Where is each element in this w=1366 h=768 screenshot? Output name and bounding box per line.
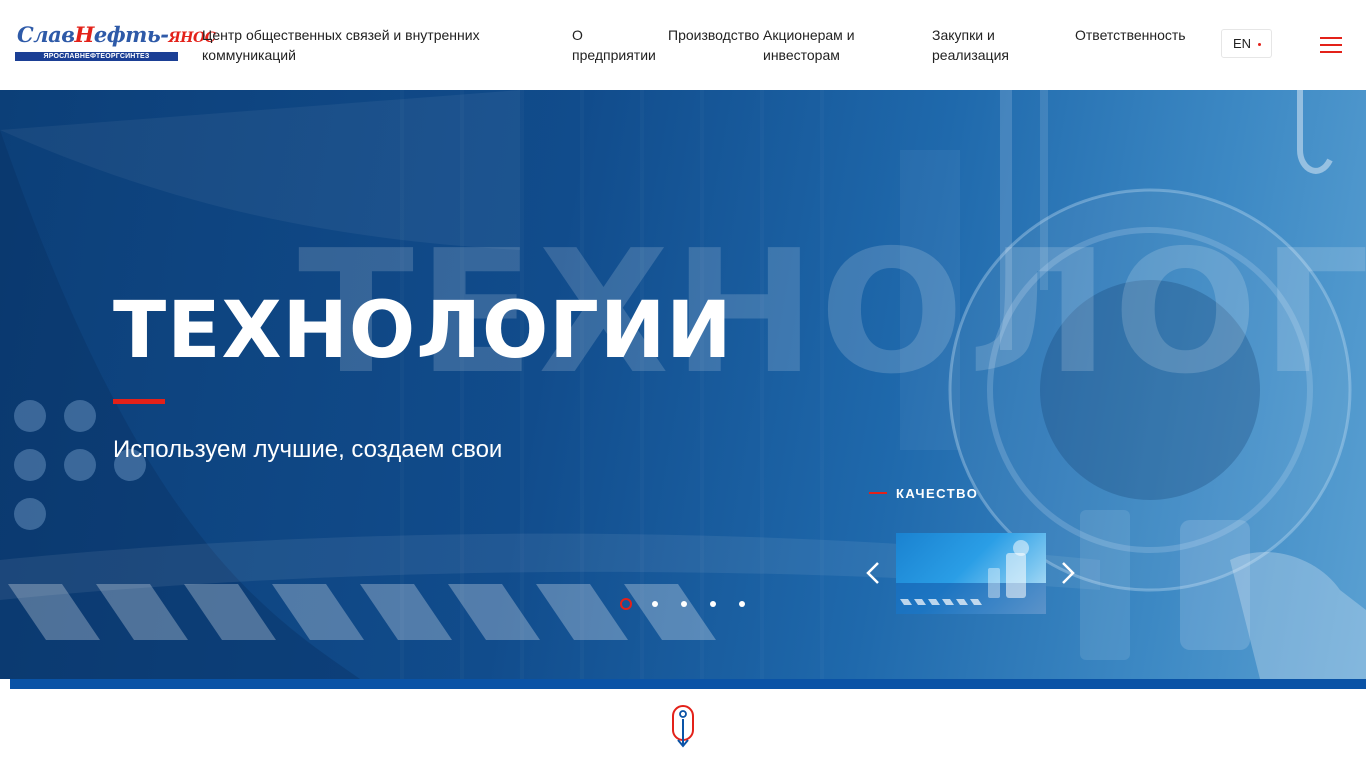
next-slide-label[interactable]: КАЧЕСТВО [869,485,978,501]
slide-dot-5[interactable] [739,601,745,607]
logo-wordmark: СлавНефть-ЯНОС [15,22,216,51]
logo-text-part: Н [74,22,94,47]
logo-text-part: Слав [17,22,75,47]
logo-text-part: ефть- [93,22,169,47]
next-slide-title: КАЧЕСТВО [896,485,979,501]
site-header: СлавНефть-ЯНОС ЯРОСЛАВНЕФТЕОРГСИНТЕЗ Цен… [0,0,1366,90]
next-slide-thumbnail[interactable] [896,533,1046,614]
logo-subtitle: ЯРОСЛАВНЕФТЕОРГСИНТЕЗ [15,52,178,61]
center-title[interactable]: Центр общественных связей и внутренних к… [202,25,502,65]
nav-item-production[interactable]: Производство [668,25,766,45]
nav-item-procurement[interactable]: Закупки и реализация [932,25,1042,65]
logo-text: СлавНефть-ЯНОС [17,20,216,53]
nav-item-responsibility[interactable]: Ответственность [1075,25,1205,45]
language-indicator-icon [1258,43,1261,46]
next-slide-dash [869,492,887,494]
language-label: EN [1233,36,1252,51]
decorative-dots [14,398,154,538]
slide-dot-2[interactable] [652,601,658,607]
nav-item-shareholders[interactable]: Акционерам и инвесторам [763,25,873,65]
hero-subtitle: Используем лучшие, создаем свои [113,436,503,463]
chevron-left-icon[interactable] [865,560,881,586]
company-logo[interactable]: СлавНефть-ЯНОС ЯРОСЛАВНЕФТЕОРГСИНТЕЗ [15,22,216,61]
scroll-down-icon[interactable] [671,705,695,749]
slide-dot-3[interactable] [681,601,687,607]
hero-bottom-strip [10,679,1366,689]
thumbnail-image [896,540,1046,614]
hamburger-menu-icon[interactable] [1320,37,1342,53]
hero-slider: ТЕХНОЛОГИИ ТЕХНОЛОГИИ Используем лучшие,… [0,90,1366,679]
slide-dot-1[interactable] [620,598,632,610]
hero-title-underline [113,399,165,404]
chevron-right-icon[interactable] [1060,560,1076,586]
language-switch[interactable]: EN [1221,29,1272,58]
nav-item-about[interactable]: О предприятии [572,25,664,65]
hero-title: ТЕХНОЛОГИИ [113,286,733,376]
slide-dot-4[interactable] [710,601,716,607]
